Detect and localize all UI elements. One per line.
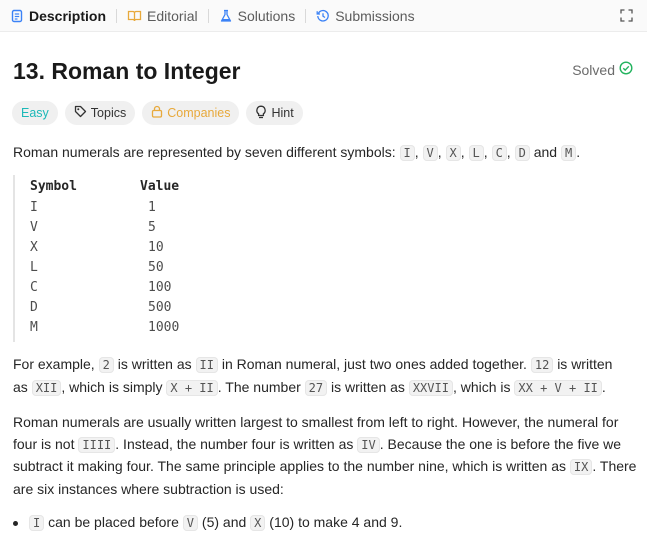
difficulty-label: Easy (21, 106, 49, 120)
text: For example, (13, 356, 95, 372)
hint-button[interactable]: Hint (246, 101, 303, 125)
tab-label: Solutions (237, 7, 296, 24)
text: subtract it making four. The same princi… (13, 458, 567, 474)
tab-bar: Description Editorial Solutions Submissi… (0, 0, 647, 32)
table-symbol: M (30, 320, 38, 335)
text: . The number (217, 378, 301, 395)
tag-icon (74, 105, 87, 121)
inline-code: I (29, 515, 45, 531)
tab-label: Description (29, 7, 107, 24)
history-icon (316, 9, 330, 23)
inline-code: 2 (98, 357, 114, 373)
check-circle-icon (619, 61, 633, 78)
symbol-value-table: Symbol Value I 1 V 5 X 10 L 50 C 100 D 5… (13, 175, 315, 342)
hint-label: Hint (271, 106, 294, 120)
tab-label: Editorial (147, 7, 198, 24)
inline-code: 12 (530, 357, 554, 373)
solved-label: Solved (572, 61, 615, 78)
table-value: 1000 (148, 320, 180, 335)
tab-solutions[interactable]: Solutions (209, 0, 306, 32)
topics-button[interactable]: Topics (64, 101, 136, 125)
table-symbol: X (30, 240, 38, 255)
flask-icon (219, 9, 233, 23)
inline-code: 27 (304, 379, 328, 396)
table-symbol: D (30, 300, 38, 315)
table-header-symbol: Symbol (30, 179, 77, 194)
text: four is not (13, 435, 75, 452)
tab-description[interactable]: Description (0, 0, 116, 32)
inline-code: IV (357, 436, 380, 453)
intro-text: Roman numerals are represented by seven … (13, 144, 396, 160)
table-symbol: V (30, 220, 38, 235)
table-symbol: C (30, 280, 38, 295)
table-value: 500 (148, 300, 172, 315)
table-value: 1 (148, 200, 156, 215)
difficulty-badge[interactable]: Easy (12, 101, 58, 125)
book-icon (127, 9, 142, 23)
tab-editorial[interactable]: Editorial (117, 0, 208, 32)
solved-status: Solved (572, 61, 633, 78)
inline-code: XXVII (408, 379, 453, 396)
inline-code: IX (569, 459, 593, 475)
lightbulb-icon (255, 105, 267, 122)
text: in Roman numeral, just two ones added to… (221, 356, 527, 372)
text: Roman numerals are usually written large… (13, 414, 619, 430)
description-icon (10, 9, 24, 23)
intro-paragraph: Roman numerals are represented by seven … (13, 144, 581, 161)
tab-submissions[interactable]: Submissions (306, 0, 424, 32)
inline-code: L (468, 145, 484, 161)
table-symbol: I (30, 200, 38, 215)
inline-code: C (491, 145, 507, 161)
list-item: I can be placed before V (5) and X (10) … (13, 512, 402, 534)
companies-button[interactable]: Companies (142, 101, 240, 125)
tag-chips: Easy Topics Companies Hint (12, 101, 303, 125)
inline-code: I (399, 145, 415, 161)
inline-code: X (250, 515, 266, 531)
inline-code: V (182, 515, 199, 531)
text: are six instances where subtraction is u… (13, 480, 284, 497)
intro-period: . (576, 144, 581, 160)
text: can be placed before (48, 514, 179, 530)
inline-code: V (422, 145, 438, 161)
text: is written as (331, 378, 405, 395)
text: , which is (452, 378, 511, 395)
inline-code: M (560, 145, 577, 161)
text: is written (557, 356, 613, 372)
ordering-paragraph: Roman numerals are usually written large… (13, 412, 638, 500)
companies-label: Companies (167, 106, 231, 120)
table-value: 50 (148, 260, 164, 275)
inline-code: XX + V + II (514, 379, 602, 396)
text: . (601, 378, 606, 395)
inline-code: IIII (78, 436, 116, 453)
text: . Instead, the number four is written as (115, 435, 354, 452)
bullet-dot (13, 520, 18, 526)
example-paragraph: For example, 2 is written as II in Roman… (13, 354, 638, 399)
text: . There (592, 458, 637, 474)
text: , which is simply (61, 378, 163, 395)
table-value: 10 (148, 240, 164, 255)
table-value: 100 (148, 280, 172, 295)
inline-code: XII (31, 379, 62, 396)
inline-code: X + II (166, 379, 218, 396)
table-header-value: Value (140, 179, 180, 194)
text: . Because the one is before the five we (379, 435, 622, 452)
topics-label: Topics (90, 106, 127, 120)
intro-and: and (533, 144, 558, 160)
table-value: 5 (148, 220, 156, 235)
table-symbol: L (30, 260, 38, 275)
problem-title: 13. Roman to Integer (13, 58, 241, 84)
inline-code: X (445, 145, 461, 161)
tab-label: Submissions (335, 7, 415, 24)
expand-icon[interactable] (620, 9, 633, 27)
inline-code: D (514, 145, 530, 161)
lock-icon (151, 105, 163, 121)
text: is written as (117, 356, 192, 372)
inline-code: II (195, 357, 218, 373)
text: (5) and (201, 514, 247, 530)
text: as (13, 378, 28, 395)
text: (10) to make 4 and 9. (269, 514, 403, 530)
